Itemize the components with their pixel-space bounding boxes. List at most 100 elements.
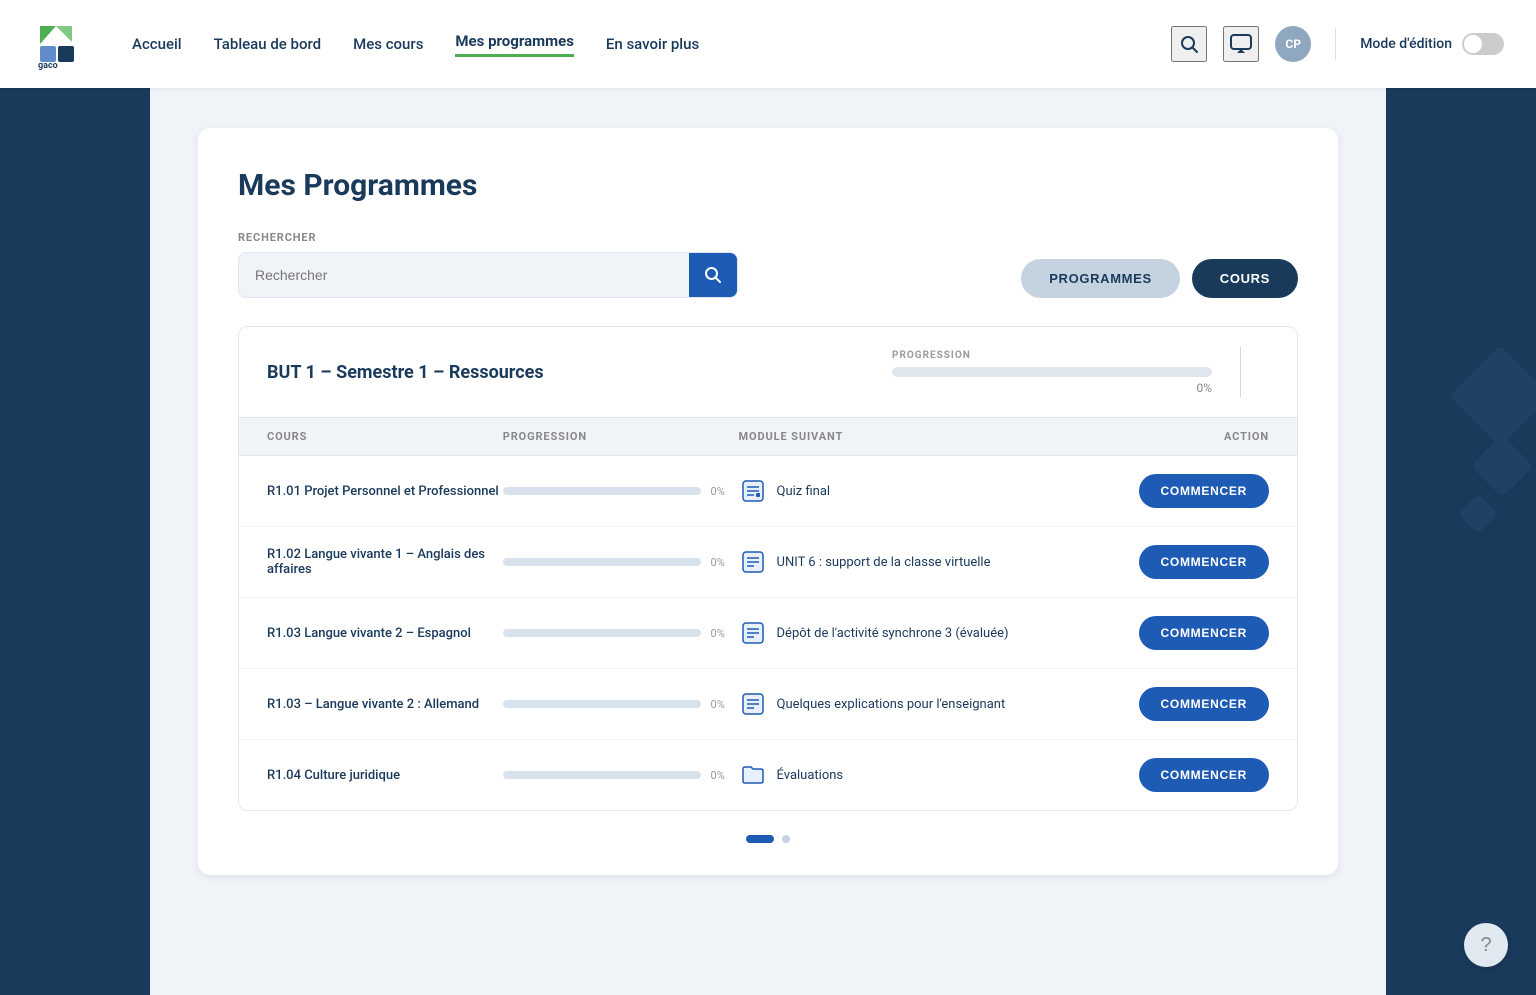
search-section: RECHERCHER PROGRAMMES COURS xyxy=(238,231,1298,298)
row-progress: 0% xyxy=(503,769,739,782)
quiz-icon xyxy=(739,477,767,505)
page-title: Mes Programmes xyxy=(238,168,1298,203)
programme-title: BUT 1 – Semestre 1 – Ressources xyxy=(267,362,892,383)
deco-diamond-small xyxy=(1471,435,1533,497)
progression-area: PROGRESSION 0% xyxy=(892,350,1212,395)
header-divider xyxy=(1335,28,1336,60)
user-avatar[interactable]: CP xyxy=(1275,26,1311,62)
commencer-button[interactable]: COMMENCER xyxy=(1139,474,1269,508)
row-progress-bar xyxy=(503,629,701,637)
module-name: Quiz final xyxy=(777,484,831,499)
body-wrapper: Mes Programmes RECHERCHER xyxy=(0,88,1536,995)
page-dot-inactive[interactable] xyxy=(782,835,790,843)
pagination xyxy=(238,835,1298,843)
nav-mes-cours[interactable]: Mes cours xyxy=(353,35,423,53)
search-input-wrap xyxy=(238,252,738,298)
module-suivant: UNIT 6 : support de la classe virtuelle xyxy=(739,548,1093,576)
commencer-button[interactable]: COMMENCER xyxy=(1139,687,1269,721)
row-progress-pct: 0% xyxy=(711,769,739,782)
prog-divider xyxy=(1240,347,1241,397)
programme-progress-percent: 0% xyxy=(892,381,1212,395)
row-progress-bar xyxy=(503,700,701,708)
commencer-button[interactable]: COMMENCER xyxy=(1139,758,1269,792)
module-name: Quelques explications pour l'enseignant xyxy=(777,697,1006,712)
table-row: R1.02 Langue vivante 1 – Anglais des aff… xyxy=(239,527,1297,598)
table-row: R1.03 Langue vivante 2 – Espagnol 0% xyxy=(239,598,1297,669)
th-module-suivant: MODULE SUIVANT xyxy=(739,430,1093,443)
nav-mes-programmes[interactable]: Mes programmes xyxy=(455,32,573,57)
document-icon xyxy=(739,619,767,647)
header: gaco Accueil Tableau de bord Mes cours M… xyxy=(0,0,1536,88)
course-name: R1.02 Langue vivante 1 – Anglais des aff… xyxy=(267,547,503,577)
search-left: RECHERCHER xyxy=(238,231,738,298)
commencer-button[interactable]: COMMENCER xyxy=(1139,545,1269,579)
action-col: COMMENCER xyxy=(1092,687,1269,721)
course-name: R1.03 Langue vivante 2 – Espagnol xyxy=(267,626,503,641)
action-col: COMMENCER xyxy=(1092,758,1269,792)
course-name: R1.01 Projet Personnel et Professionnel xyxy=(267,484,503,499)
mode-edition-label: Mode d'édition xyxy=(1360,36,1452,52)
row-progress: 0% xyxy=(503,556,739,569)
row-progress: 0% xyxy=(503,698,739,711)
mode-edition-toggle[interactable] xyxy=(1462,33,1504,55)
th-cours: COURS xyxy=(267,430,503,443)
nav-en-savoir-plus[interactable]: En savoir plus xyxy=(606,35,699,53)
filter-tabs: PROGRAMMES COURS xyxy=(1021,259,1298,298)
right-decorations xyxy=(1464,360,1536,540)
row-progress-pct: 0% xyxy=(711,485,739,498)
main-content: Mes Programmes RECHERCHER xyxy=(150,88,1386,995)
row-progress-bar xyxy=(503,487,701,495)
document-icon xyxy=(739,690,767,718)
svg-text:gaco: gaco xyxy=(38,61,58,70)
course-name: R1.04 Culture juridique xyxy=(267,768,503,783)
tab-cours-button[interactable]: COURS xyxy=(1192,259,1298,298)
table-row: R1.04 Culture juridique 0% xyxy=(239,740,1297,810)
action-col: COMMENCER xyxy=(1092,616,1269,650)
module-suivant: Quelques explications pour l'enseignant xyxy=(739,690,1093,718)
courses-table: COURS PROGRESSION MODULE SUIVANT ACTION … xyxy=(239,418,1297,810)
th-action: ACTION xyxy=(1092,430,1269,443)
programme-progress-bar xyxy=(892,367,1212,377)
side-left xyxy=(0,88,150,995)
deco-diamond-large xyxy=(1449,345,1536,447)
document-icon xyxy=(739,548,767,576)
nav-accueil[interactable]: Accueil xyxy=(132,35,182,53)
row-progress: 0% xyxy=(503,627,739,640)
main-nav: Accueil Tableau de bord Mes cours Mes pr… xyxy=(132,32,1171,57)
search-label: RECHERCHER xyxy=(238,231,738,244)
help-button[interactable]: ? xyxy=(1464,923,1508,967)
tab-programmes-button[interactable]: PROGRAMMES xyxy=(1021,259,1180,298)
row-progress-pct: 0% xyxy=(711,556,739,569)
row-progress-pct: 0% xyxy=(711,627,739,640)
module-name: UNIT 6 : support de la classe virtuelle xyxy=(777,555,991,570)
row-progress-pct: 0% xyxy=(711,698,739,711)
content-card: Mes Programmes RECHERCHER xyxy=(198,128,1338,875)
programme-header: BUT 1 – Semestre 1 – Ressources PROGRESS… xyxy=(239,327,1297,418)
nav-tableau-de-bord[interactable]: Tableau de bord xyxy=(214,35,321,53)
header-right: CP Mode d'édition xyxy=(1171,26,1504,62)
module-name: Évaluations xyxy=(777,768,844,783)
progression-label: PROGRESSION xyxy=(892,350,1212,361)
table-row: R1.01 Projet Personnel et Professionnel … xyxy=(239,456,1297,527)
page-dot-active[interactable] xyxy=(746,835,774,843)
deco-diamond-tiny xyxy=(1458,494,1498,534)
search-submit-button[interactable] xyxy=(689,253,737,297)
row-progress: 0% xyxy=(503,485,739,498)
search-input[interactable] xyxy=(239,257,689,293)
chat-button[interactable] xyxy=(1223,26,1259,62)
side-right xyxy=(1386,88,1536,995)
module-suivant: Dépôt de l'activité synchrone 3 (évaluée… xyxy=(739,619,1093,647)
module-suivant: Évaluations xyxy=(739,761,1093,789)
module-name: Dépôt de l'activité synchrone 3 (évaluée… xyxy=(777,626,1009,641)
table-header: COURS PROGRESSION MODULE SUIVANT ACTION xyxy=(239,418,1297,456)
row-progress-bar xyxy=(503,558,701,566)
module-suivant: Quiz final xyxy=(739,477,1093,505)
action-col: COMMENCER xyxy=(1092,474,1269,508)
row-progress-bar xyxy=(503,771,701,779)
course-name: R1.03 – Langue vivante 2 : Allemand xyxy=(267,697,503,712)
commencer-button[interactable]: COMMENCER xyxy=(1139,616,1269,650)
logo[interactable]: gaco xyxy=(32,18,84,70)
programme-block: BUT 1 – Semestre 1 – Ressources PROGRESS… xyxy=(238,326,1298,811)
search-button[interactable] xyxy=(1171,26,1207,62)
action-col: COMMENCER xyxy=(1092,545,1269,579)
